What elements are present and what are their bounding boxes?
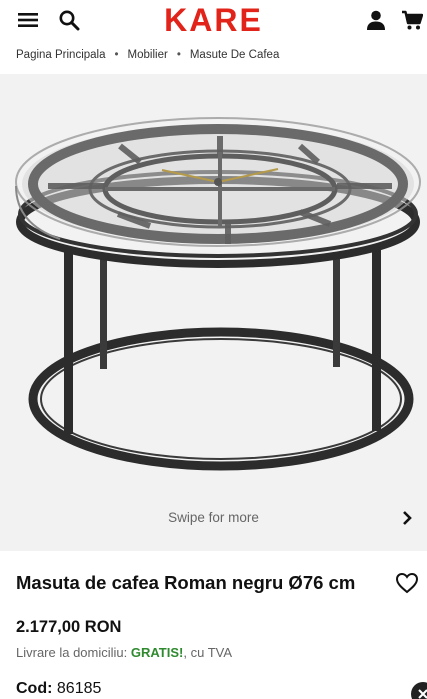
breadcrumb-separator: • [176,49,181,61]
breadcrumb: Pagina Principala • Mobilier • Masute De… [16,46,279,64]
delivery-info: Livrare la domiciliu: GRATIS!, cu TVA [16,645,232,660]
cart-icon[interactable] [398,6,426,34]
delivery-free: GRATIS! [130,645,184,660]
product-gallery[interactable]: Swipe for more [0,74,427,551]
heart-icon[interactable] [394,570,420,596]
product-code-value: 86185 [56,680,102,697]
delivery-prefix: Livrare la domiciliu: [16,645,131,660]
breadcrumb-home[interactable]: Pagina Principala [16,49,106,61]
swipe-hint: Swipe for more [168,510,259,525]
delivery-suffix: , cu TVA [183,645,233,660]
product-image [15,117,421,471]
header: KARE [0,0,427,40]
account-icon[interactable] [362,6,390,34]
product-title: Masuta de cafea Roman negru Ø76 cm [16,572,356,593]
product-price: 2.177,00 RON [16,618,122,636]
chevron-right-icon[interactable] [397,507,417,529]
breadcrumb-furniture[interactable]: Mobilier [128,49,168,61]
breadcrumb-coffee-tables[interactable]: Masute De Cafea [190,49,280,61]
close-icon[interactable] [411,682,427,699]
product-code: Cod: 86185 [16,680,101,698]
breadcrumb-separator: • [114,49,119,61]
product-code-label: Cod: [16,680,53,697]
